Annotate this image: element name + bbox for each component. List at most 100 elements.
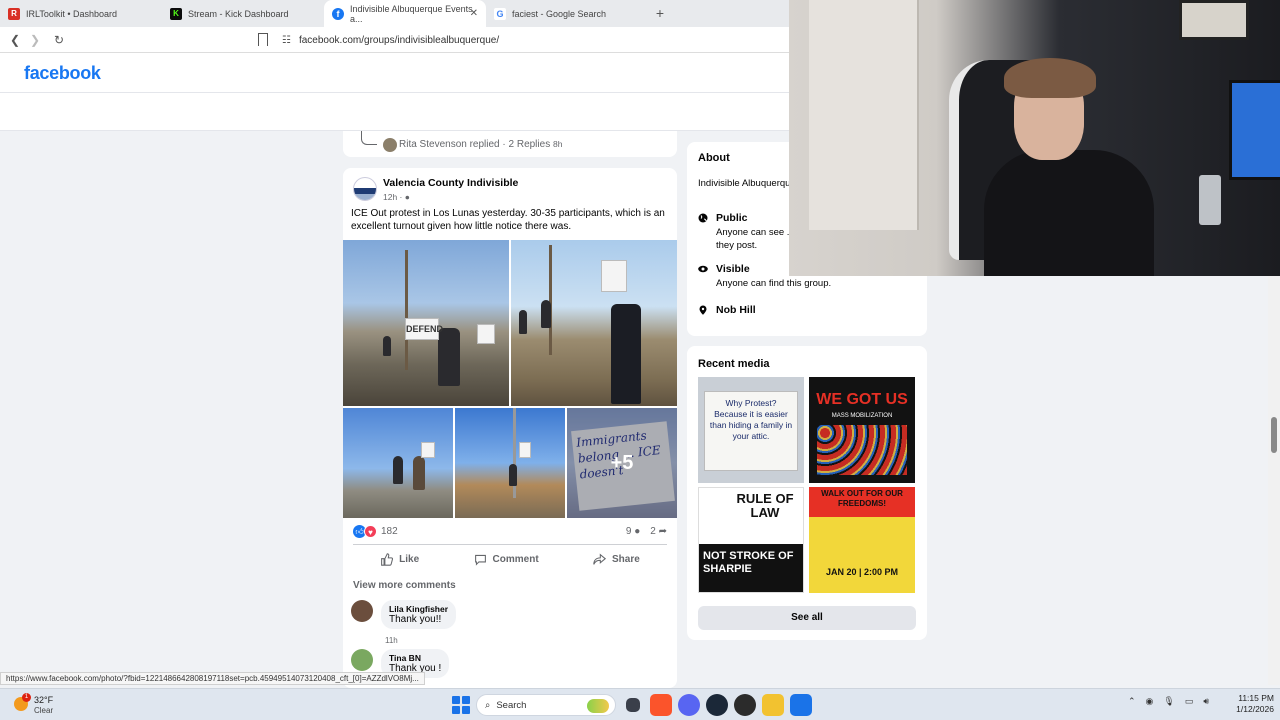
share-icon xyxy=(593,553,606,565)
webcam-background-frame xyxy=(1179,0,1249,40)
obs-icon[interactable] xyxy=(734,694,756,716)
tab-google[interactable]: G faciest - Google Search xyxy=(486,0,648,27)
bookmark-icon[interactable] xyxy=(258,33,268,46)
reload-icon[interactable]: ↻ xyxy=(49,33,69,47)
reply-thread-line xyxy=(361,131,377,145)
avatar[interactable] xyxy=(351,649,373,671)
volume-icon[interactable]: 🔊︎ xyxy=(1203,696,1209,707)
microphone-icon[interactable]: 🎙︎ xyxy=(1163,696,1174,707)
new-tab-button[interactable]: + xyxy=(648,0,672,27)
replies-link[interactable]: Rita Stevenson replied · 2 Replies 8h xyxy=(399,139,562,150)
comment-time[interactable]: 11h xyxy=(385,636,398,645)
avatar[interactable] xyxy=(383,138,397,152)
facebook-icon: f xyxy=(332,7,344,20)
media-tile-text: RULE OF LAW xyxy=(736,491,794,520)
location-pin-icon xyxy=(699,305,707,315)
media-tile[interactable]: RULE OF LAW NOT STROKE OF SHARPIE xyxy=(698,487,804,593)
comment-author[interactable]: Tina BN xyxy=(389,653,441,663)
taskbar-search[interactable]: ⌕ Search xyxy=(476,694,616,716)
post-author[interactable]: Valencia County Indivisible xyxy=(383,177,518,189)
protest-sign: DEFEND xyxy=(405,318,443,340)
post-photo[interactable] xyxy=(455,408,565,518)
avatar[interactable] xyxy=(351,600,373,622)
system-tray: ⌃ ◉ 🎙︎ ▭ 🔊︎ xyxy=(1128,696,1209,707)
notification-badge: 1 xyxy=(22,693,31,702)
discord-icon[interactable] xyxy=(678,694,700,716)
url-text: facebook.com/groups/indivisiblealbuquerq… xyxy=(298,34,500,46)
post-text: ICE Out protest in Los Lunas yesterday. … xyxy=(351,208,665,232)
post-actions: Like Comment Share xyxy=(353,544,667,574)
brave-browser-icon[interactable] xyxy=(650,694,672,716)
public-icon: ● xyxy=(404,192,410,202)
streamer-hair xyxy=(1004,58,1096,98)
close-tab-icon[interactable]: ✕ xyxy=(470,8,478,19)
taskbar-clock[interactable]: 11:15 PM 1/12/2026 xyxy=(1222,693,1274,715)
share-count[interactable]: 2 ➦ xyxy=(650,526,667,537)
recent-media-card: Recent media Why Protest? Because it is … xyxy=(687,346,927,640)
see-all-button[interactable]: See all xyxy=(698,606,916,630)
author-avatar[interactable] xyxy=(353,177,377,201)
kick-icon: K xyxy=(170,7,182,20)
comment-author[interactable]: Lila Kingfisher xyxy=(389,604,448,614)
windows-taskbar: 1 32°F Clear ⌕ Search ⌃ ◉ 🎙︎ ▭ 🔊︎ 11:15 … xyxy=(0,688,1280,720)
weather-widget[interactable]: 1 32°F Clear xyxy=(14,693,74,718)
post-photo[interactable] xyxy=(511,240,677,406)
media-tile[interactable]: WE GOT US MASS MOBILIZATION xyxy=(809,377,915,483)
tab-facebook[interactable]: f Indivisible Albuquerque Events a... ✕ xyxy=(324,0,486,27)
weather-temperature: 32°F xyxy=(34,695,54,705)
media-tile-text: WALK OUT FOR OUR FREEDOMS! xyxy=(821,489,903,508)
drink-cup xyxy=(1199,175,1221,225)
reaction-count[interactable]: 182 xyxy=(381,526,398,537)
like-button[interactable]: Like xyxy=(380,553,419,566)
search-highlight-icon xyxy=(587,699,609,713)
forward-icon[interactable]: ❯ xyxy=(25,33,45,47)
back-icon[interactable]: ❮ xyxy=(5,33,25,47)
media-tile-text: Why Protest? Because it is easier than h… xyxy=(704,391,798,471)
google-icon: G xyxy=(494,7,506,20)
comment-button[interactable]: Comment xyxy=(474,553,539,566)
tab-kick[interactable]: K Stream - Kick Dashboard xyxy=(162,0,324,27)
globe-icon xyxy=(698,213,708,223)
facebook-logo[interactable]: facebook xyxy=(24,63,101,84)
media-tile-subtext: NOT STROKE OF SHARPIE xyxy=(703,550,794,575)
comment-text: Thank you!! xyxy=(389,614,442,625)
tab-label: IRLToolkit • Dashboard xyxy=(26,8,118,19)
webcam-background-door xyxy=(809,0,919,230)
view-more-comments-link[interactable]: View more comments xyxy=(353,580,456,591)
recent-media-title: Recent media xyxy=(698,358,770,370)
show-hidden-icons-icon[interactable]: ⌃ xyxy=(1128,696,1136,707)
clock-time: 11:15 PM xyxy=(1238,693,1274,703)
more-photos-tile[interactable]: Immigrants belong ... ICE doesn't +5 xyxy=(567,408,677,518)
comment-count[interactable]: 9 ● xyxy=(626,526,640,537)
tab-label: faciest - Google Search xyxy=(512,8,607,19)
media-tile-subtext: MASS MOBILIZATION xyxy=(831,413,893,419)
display-icon[interactable]: ▭ xyxy=(1185,696,1194,707)
tab-irltoolkit[interactable]: R IRLToolkit • Dashboard xyxy=(0,0,162,27)
comment-bubble: Lila Kingfisher Thank you!! xyxy=(381,600,457,629)
share-button[interactable]: Share xyxy=(593,553,640,566)
file-explorer-icon[interactable] xyxy=(762,694,784,716)
url-field[interactable]: ☷ facebook.com/groups/indivisiblealbuque… xyxy=(282,30,782,50)
webcam-overlay xyxy=(789,0,1280,276)
steam-icon[interactable] xyxy=(706,694,728,716)
task-view-icon[interactable] xyxy=(626,698,640,712)
weather-condition: Clear xyxy=(34,706,54,715)
taskbar-apps: ⌕ Search xyxy=(452,693,812,717)
comment-bubble-icon: ● xyxy=(634,526,641,537)
security-icon[interactable]: ◉ xyxy=(1146,696,1154,707)
site-info-icon[interactable]: ☷ xyxy=(282,35,291,46)
comment-icon xyxy=(474,554,486,566)
calculator-icon[interactable] xyxy=(790,694,812,716)
post-photo[interactable] xyxy=(343,408,453,518)
taskbar-search-label: Search xyxy=(496,699,527,711)
post-meta: 12h · ● xyxy=(383,192,410,202)
location-title[interactable]: Nob Hill xyxy=(716,304,756,316)
scrollbar-thumb[interactable] xyxy=(1271,417,1277,453)
clock-date: 1/12/2026 xyxy=(1236,704,1274,714)
windows-start-icon[interactable] xyxy=(452,696,470,714)
thumbs-up-icon xyxy=(381,553,394,566)
media-tile[interactable]: Why Protest? Because it is easier than h… xyxy=(698,377,804,483)
post-photo[interactable]: DEFEND xyxy=(343,240,509,406)
media-tile[interactable]: WALK OUT FOR OUR FREEDOMS! JAN 20 | 2:00… xyxy=(809,487,915,593)
background-monitor xyxy=(1229,80,1280,180)
